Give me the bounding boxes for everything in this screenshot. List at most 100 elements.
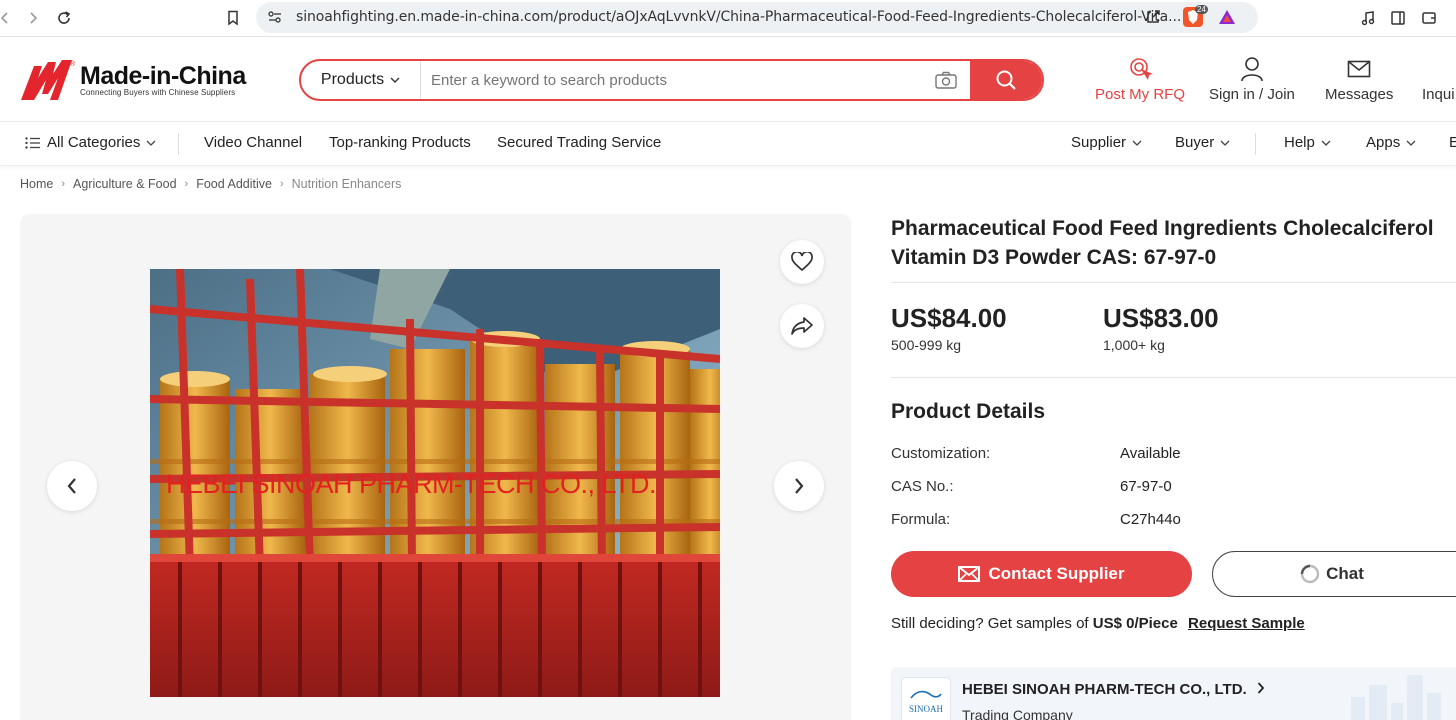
sample-prefix: Still deciding? Get samples of: [891, 615, 1093, 632]
divider: [891, 377, 1456, 378]
product-details-heading: Product Details: [891, 400, 1046, 423]
search-input[interactable]: [421, 61, 922, 99]
search-bar: Products: [299, 59, 1044, 101]
share-icon[interactable]: [1142, 6, 1164, 28]
chevron-down-icon: [1132, 140, 1142, 146]
chevron-right-icon: ›: [184, 178, 189, 190]
logo-text: Made-in-China: [80, 61, 246, 90]
price-tier-1: US$84.00 500-999 kg: [891, 301, 1007, 353]
chevron-down-icon: [390, 77, 400, 83]
post-rfq-link[interactable]: Post My RFQ: [1095, 56, 1185, 103]
nav-cut-item[interactable]: E: [1449, 134, 1456, 151]
detail-value: C27h44o: [1120, 511, 1181, 528]
chevron-right-icon: ›: [61, 178, 66, 190]
reload-icon[interactable]: [53, 7, 75, 29]
rfq-icon: [1127, 56, 1153, 82]
sign-in-link[interactable]: Sign in / Join: [1209, 56, 1295, 103]
list-icon: [25, 136, 40, 149]
supplier-logo-mark-icon: [910, 690, 942, 699]
heart-icon: [791, 252, 813, 272]
site-logo[interactable]: ® Made-in-China Connecting Buyers with C…: [20, 58, 246, 102]
sidebar-icon[interactable]: [1387, 7, 1409, 29]
camera-icon[interactable]: [922, 61, 970, 99]
photo-watermark: HEBEI SINOAH PHARM-TECH CO., LTD.: [166, 469, 657, 499]
supplier-logo-text: SINOAH: [908, 704, 943, 714]
chevron-left-icon: [67, 478, 76, 494]
supplier-name-label: HEBEI SINOAH PHARM-TECH CO., LTD.: [962, 681, 1247, 698]
chevron-down-icon: [1321, 140, 1331, 146]
nav-apps-label: Apps: [1366, 134, 1401, 151]
city-skyline-decoration: [1351, 675, 1441, 720]
breadcrumb-food-additive[interactable]: Food Additive: [196, 177, 272, 191]
nav-apps-menu[interactable]: Apps: [1366, 134, 1416, 151]
nav-top-ranking[interactable]: Top-ranking Products: [329, 134, 471, 151]
back-icon[interactable]: [0, 7, 16, 29]
nav-help-menu[interactable]: Help: [1284, 134, 1331, 151]
product-photo[interactable]: HEBEI SINOAH PHARM-TECH CO., LTD.: [150, 269, 720, 697]
price-amount: US$84.00: [891, 303, 1007, 333]
shield-count-badge: 24: [1195, 5, 1208, 14]
mail-icon: [958, 566, 981, 582]
nav-divider: [1255, 133, 1256, 155]
logo-mark-icon: ®: [21, 60, 76, 100]
nav-buyer-label: Buyer: [1175, 134, 1215, 151]
detail-value: 67-97-0: [1120, 478, 1172, 495]
all-categories-label: All Categories: [47, 134, 141, 151]
search-type-label: Products: [320, 71, 385, 88]
nav-secured-trading[interactable]: Secured Trading Service: [497, 134, 661, 151]
search-type-dropdown[interactable]: Products: [301, 61, 421, 99]
request-sample-link[interactable]: Request Sample: [1188, 615, 1305, 632]
nav-buyer-menu[interactable]: Buyer: [1175, 134, 1230, 151]
messages-label: Messages: [1325, 86, 1394, 103]
search-icon: [996, 70, 1016, 90]
supplier-card[interactable]: SINOAH HEBEI SINOAH PHARM-TECH CO., LTD.…: [891, 667, 1456, 720]
breadcrumb-home[interactable]: Home: [20, 177, 53, 191]
logo-tagline: Connecting Buyers with Chinese Suppliers: [80, 87, 236, 97]
messages-link[interactable]: Messages: [1325, 56, 1393, 103]
price-quantity: 1,000+ kg: [1103, 337, 1165, 353]
breadcrumb-agriculture[interactable]: Agriculture & Food: [73, 177, 177, 191]
mail-icon: [1347, 56, 1371, 82]
inquiry-link[interactable]: Inqui: [1422, 56, 1455, 103]
favorite-button[interactable]: [780, 240, 824, 284]
prev-image-button[interactable]: [47, 461, 97, 511]
svg-text:®: ®: [70, 60, 76, 68]
bookmark-icon[interactable]: [222, 7, 244, 29]
chevron-down-icon: [1220, 140, 1230, 146]
chat-label: Chat: [1326, 564, 1364, 583]
price-tier-2: US$83.00 1,000+ kg: [1103, 301, 1219, 353]
supplier-name[interactable]: HEBEI SINOAH PHARM-TECH CO., LTD.: [962, 681, 1265, 698]
chevron-right-icon: [1257, 682, 1265, 694]
site-settings-icon[interactable]: [264, 6, 286, 28]
breadcrumb: Home › Agriculture & Food › Food Additiv…: [20, 177, 401, 191]
chevron-right-icon: [795, 478, 804, 494]
browser-toolbar: sinoahfighting.en.made-in-china.com/prod…: [0, 0, 1456, 37]
address-bar[interactable]: sinoahfighting.en.made-in-china.com/prod…: [256, 2, 1258, 33]
nav-supplier-menu[interactable]: Supplier: [1071, 134, 1142, 151]
category-nav: All Categories Video Channel Top-ranking…: [0, 122, 1456, 166]
share-button[interactable]: [780, 304, 824, 348]
chevron-down-icon: [1406, 140, 1416, 146]
search-button[interactable]: [970, 61, 1042, 99]
contact-supplier-button[interactable]: Contact Supplier: [891, 551, 1192, 597]
nav-divider: [178, 133, 179, 155]
all-categories-menu[interactable]: All Categories: [25, 134, 156, 151]
post-rfq-label: Post My RFQ: [1095, 86, 1186, 103]
next-image-button[interactable]: [774, 461, 824, 511]
url-text: sinoahfighting.en.made-in-china.com/prod…: [296, 9, 1182, 25]
media-icon[interactable]: [1357, 7, 1379, 29]
chat-button[interactable]: Chat: [1212, 551, 1456, 597]
product-gallery: HEBEI SINOAH PHARM-TECH CO., LTD.: [20, 214, 851, 720]
forward-icon[interactable]: [22, 7, 44, 29]
brave-rewards-icon[interactable]: [1216, 6, 1238, 28]
contact-supplier-label: Contact Supplier: [988, 564, 1125, 583]
share-arrow-icon: [791, 317, 813, 335]
detail-value: Available: [1120, 445, 1181, 462]
nav-video-channel[interactable]: Video Channel: [204, 134, 302, 151]
wallet-icon[interactable]: [1418, 7, 1440, 29]
price-quantity: 500-999 kg: [891, 337, 962, 353]
chevron-right-icon: ›: [279, 178, 284, 190]
product-title: Pharmaceutical Food Feed Ingredients Cho…: [891, 217, 1434, 269]
inquiry-label: Inqui: [1422, 86, 1455, 103]
site-header: ® Made-in-China Connecting Buyers with C…: [0, 38, 1456, 122]
